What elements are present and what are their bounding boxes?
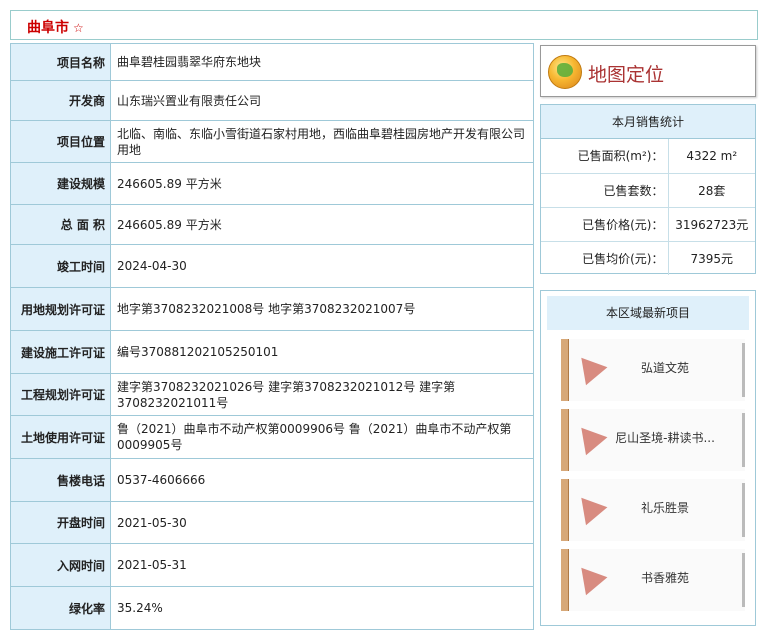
stats-row: 已售均价(元)： 7395元 (541, 240, 755, 275)
stats-label: 已售价格(元)： (541, 206, 669, 241)
recent-project-item[interactable]: 书香雅苑 (561, 549, 745, 611)
field-label: 项目名称 (10, 43, 111, 81)
field-label: 开盘时间 (10, 501, 111, 544)
table-row: 项目名称 曲阜碧桂园翡翠华府东地块 (10, 43, 534, 81)
page-header: 曲阜市 ☆ (10, 10, 758, 40)
star-icon[interactable]: ☆ (73, 21, 84, 35)
table-row: 绿化率 35.24% (10, 586, 534, 630)
recent-project-item[interactable]: 弘道文苑 (561, 339, 745, 401)
stats-row: 已售面积(m²)： 4322 m² (541, 139, 755, 173)
stats-label: 已售套数： (541, 172, 669, 207)
recent-project-name[interactable]: 书香雅苑 (591, 569, 739, 586)
field-value: 地字第3708232021008号 地字第3708232021007号 (110, 287, 534, 331)
stats-label: 已售面积(m²)： (541, 139, 669, 173)
monthly-sales-panel: 本月销售统计 已售面积(m²)： 4322 m² 已售套数： 28套 已售价格(元)… (540, 104, 756, 275)
thumbnail-bar (561, 409, 569, 471)
table-row: 建设施工许可证 编号370881202105250101 (10, 330, 534, 374)
field-value: 编号370881202105250101 (110, 330, 534, 374)
map-location-label: 地图定位 (588, 64, 665, 86)
field-label: 入网时间 (10, 543, 111, 587)
table-row: 竣工时间 2024-04-30 (10, 244, 534, 288)
globe-icon (548, 55, 582, 89)
field-value: 北临、南临、东临小雪街道石家村用地，西临曲阜碧桂园房地产开发有限公司用地 (110, 120, 534, 163)
stats-value: 31962723元 (668, 206, 755, 241)
field-value: 2021-05-31 (110, 543, 534, 587)
table-row: 售楼电话 0537-4606666 (10, 458, 534, 502)
map-location-button[interactable]: 地图定位 (540, 45, 756, 97)
field-label: 项目位置 (10, 120, 111, 163)
field-label: 工程规划许可证 (10, 373, 111, 416)
field-label: 建设规模 (10, 162, 111, 205)
field-value: 2021-05-30 (110, 501, 534, 544)
recent-project-name[interactable]: 尼山圣境-耕读书... (591, 429, 739, 446)
monthly-sales-title: 本月销售统计 (541, 105, 755, 139)
table-row: 工程规划许可证 建字第3708232021026号 建字第370823202101… (10, 373, 534, 416)
recent-projects-panel: 本区域最新项目 弘道文苑 尼山圣境-耕读书... 礼乐胜景 书香雅苑 (540, 290, 756, 626)
thumbnail-edge (742, 553, 745, 607)
recent-project-name[interactable]: 礼乐胜景 (591, 499, 739, 516)
field-label: 竣工时间 (10, 244, 111, 288)
table-row: 建设规模 246605.89 平方米 (10, 162, 534, 205)
field-label: 土地使用许可证 (10, 415, 111, 459)
stats-value: 28套 (668, 172, 755, 207)
field-value: 山东瑞兴置业有限责任公司 (110, 80, 534, 121)
field-value: 鲁（2021）曲阜市不动产权第0009906号 鲁（2021）曲阜市不动产权第0… (110, 415, 534, 459)
thumbnail-bar (561, 339, 569, 401)
table-row: 开发商 山东瑞兴置业有限责任公司 (10, 80, 534, 121)
field-label: 绿化率 (10, 586, 111, 630)
stats-row: 已售套数： 28套 (541, 172, 755, 207)
recent-project-item[interactable]: 礼乐胜景 (561, 479, 745, 541)
table-row: 项目位置 北临、南临、东临小雪街道石家村用地，西临曲阜碧桂园房地产开发有限公司用地 (10, 120, 534, 163)
field-label: 总 面 积 (10, 204, 111, 245)
field-value: 246605.89 平方米 (110, 162, 534, 205)
sales-stats-table: 已售面积(m²)： 4322 m² 已售套数： 28套 已售价格(元)： 319627… (541, 139, 755, 275)
field-value: 曲阜碧桂园翡翠华府东地块 (110, 43, 534, 81)
field-label: 用地规划许可证 (10, 287, 111, 331)
field-label: 建设施工许可证 (10, 330, 111, 374)
project-info-table: 项目名称 曲阜碧桂园翡翠华府东地块 开发商 山东瑞兴置业有限责任公司 项目位置 北临、… (10, 43, 534, 630)
stats-value: 7395元 (668, 240, 755, 275)
stats-value: 4322 m² (686, 148, 738, 163)
table-row: 开盘时间 2021-05-30 (10, 501, 534, 544)
field-value: 35.24% (110, 586, 534, 630)
city-title: 曲阜市 ☆ (27, 20, 84, 36)
field-value: 246605.89 平方米 (110, 204, 534, 245)
thumbnail-edge (742, 483, 745, 537)
field-value: 2024-04-30 (110, 244, 534, 288)
stats-label: 已售均价(元)： (541, 240, 669, 275)
thumbnail-bar (561, 479, 569, 541)
field-value: 0537-4606666 (110, 458, 534, 502)
recent-projects-title: 本区域最新项目 (547, 296, 749, 330)
recent-project-name[interactable]: 弘道文苑 (591, 359, 739, 376)
stats-row: 已售价格(元)： 31962723元 (541, 206, 755, 241)
table-row: 入网时间 2021-05-31 (10, 543, 534, 587)
thumbnail-edge (742, 343, 745, 397)
table-row: 总 面 积 246605.89 平方米 (10, 204, 534, 245)
table-row: 土地使用许可证 鲁（2021）曲阜市不动产权第0009906号 鲁（2021）曲阜… (10, 415, 534, 459)
field-label: 售楼电话 (10, 458, 111, 502)
field-value: 建字第3708232021026号 建字第3708232021012号 建字第3… (110, 373, 534, 416)
field-label: 开发商 (10, 80, 111, 121)
thumbnail-bar (561, 549, 569, 611)
recent-project-item[interactable]: 尼山圣境-耕读书... (561, 409, 745, 471)
table-row: 用地规划许可证 地字第3708232021008号 地字第370823202100… (10, 287, 534, 331)
thumbnail-edge (742, 413, 745, 467)
